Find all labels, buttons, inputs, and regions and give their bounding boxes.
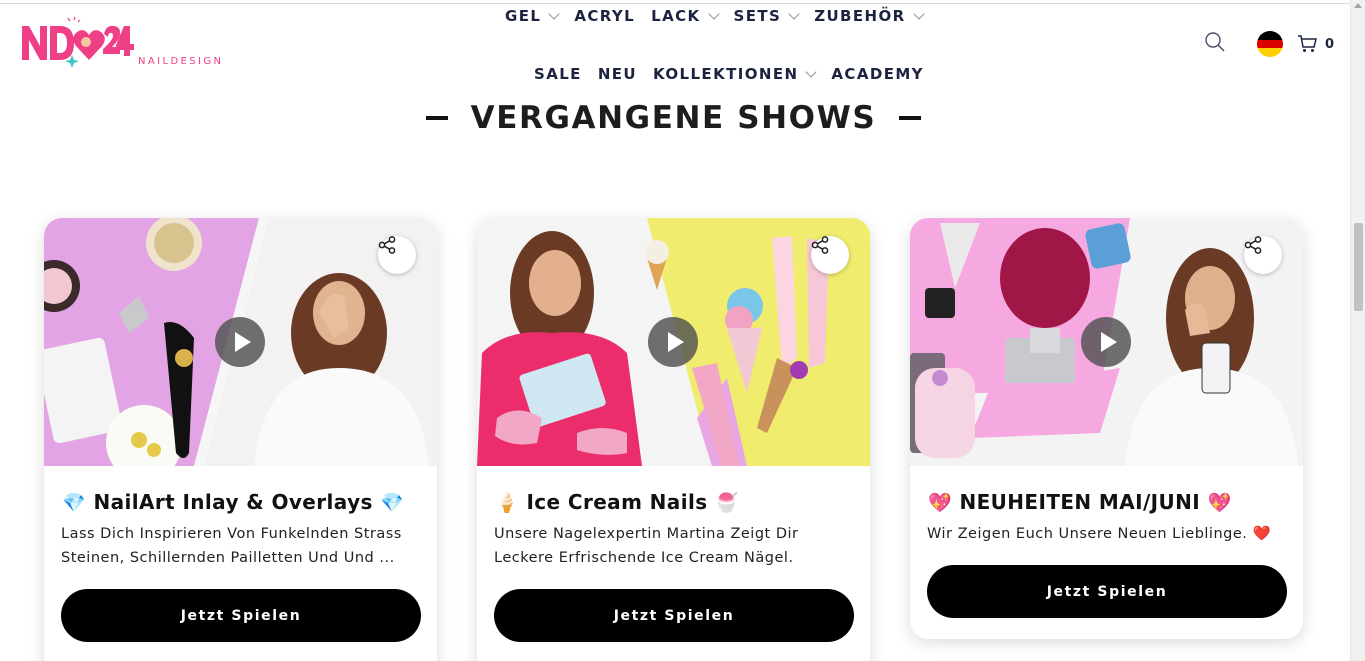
nav-item-academy[interactable]: ACADEMY — [831, 65, 924, 83]
nav-item-neu[interactable]: NEU — [598, 65, 637, 83]
heading-dash-left — [426, 116, 448, 120]
nav-label: ACRYL — [574, 7, 636, 25]
show-title: 💎 NailArt Inlay & Overlays 💎 — [62, 490, 404, 514]
main-nav-row-2: SALE NEU KOLLEKTIONEN ACADEMY — [534, 65, 940, 83]
chevron-down-icon — [788, 7, 800, 20]
share-button[interactable] — [378, 236, 416, 274]
logo-mark-icon — [22, 16, 134, 68]
play-video-button[interactable] — [648, 317, 698, 367]
diamond-emoji-icon: 💎 — [62, 491, 87, 514]
share-icon — [378, 236, 396, 254]
germany-flag-icon[interactable] — [1257, 31, 1283, 57]
share-button[interactable] — [811, 236, 849, 274]
show-thumbnail[interactable] — [44, 218, 437, 466]
brand-logo[interactable]: NAILDESIGN — [20, 16, 230, 72]
section-title: VERGANGENE SHOWS — [470, 100, 877, 136]
show-description: Wir Zeigen Euch Unsere Neuen Lieblinge. … — [927, 526, 1272, 542]
show-thumbnail[interactable] — [477, 218, 870, 466]
nav-label: SALE — [534, 65, 582, 83]
scrollbar-thumb[interactable] — [1354, 223, 1363, 311]
sparkling-heart-emoji-icon: 💖 — [928, 491, 953, 514]
play-now-button[interactable]: Jetzt Spielen — [61, 589, 421, 642]
nav-item-zubehoer[interactable]: ZUBEHÖR — [814, 7, 925, 25]
main-nav-row-1: GEL ACRYL LACK SETS ZUBEHÖR — [505, 7, 939, 25]
nav-item-sets[interactable]: SETS — [733, 7, 800, 25]
show-thumbnail[interactable] — [910, 218, 1303, 466]
show-card[interactable]: 🍦 Ice Cream Nails 🍧 Unsere Nagelexpertin… — [477, 218, 870, 661]
play-icon — [1100, 332, 1117, 352]
nav-item-sale[interactable]: SALE — [534, 65, 582, 83]
heading-dash-right — [898, 116, 921, 120]
play-video-button[interactable] — [1081, 317, 1131, 367]
cart-count-badge[interactable]: 0 — [1325, 37, 1334, 52]
nav-item-lack[interactable]: LACK — [651, 7, 720, 25]
chevron-down-icon — [912, 7, 925, 20]
shaved-ice-emoji-icon: 🍧 — [714, 491, 739, 514]
show-card[interactable]: 💖 NEUHEITEN MAI/JUNI 💖 Wir Zeigen Euch U… — [910, 218, 1303, 639]
play-icon — [234, 332, 251, 352]
share-icon — [811, 236, 829, 254]
search-icon[interactable] — [1205, 32, 1225, 52]
header-top-rule — [0, 3, 1350, 4]
share-icon — [1244, 236, 1262, 254]
show-card[interactable]: 💎 NailArt Inlay & Overlays 💎 Lass Dich I… — [44, 218, 437, 661]
show-title: 💖 NEUHEITEN MAI/JUNI 💖 — [928, 490, 1232, 514]
show-title: 🍦 Ice Cream Nails 🍧 — [495, 490, 739, 514]
nav-label: LACK — [651, 7, 701, 25]
sparkling-heart-emoji-icon: 💖 — [1207, 491, 1232, 514]
play-now-button[interactable]: Jetzt Spielen — [927, 565, 1287, 618]
ice-cream-emoji-icon: 🍦 — [495, 491, 520, 514]
chevron-down-icon — [707, 7, 720, 20]
chevron-down-icon — [548, 7, 560, 20]
nav-item-acryl[interactable]: ACRYL — [574, 7, 635, 25]
show-title-text: NEUHEITEN MAI/JUNI — [959, 490, 1201, 514]
nav-label: KOLLEKTIONEN — [653, 65, 799, 83]
play-video-button[interactable] — [215, 317, 265, 367]
nav-label: GEL — [505, 7, 542, 25]
scroll-up-arrow-icon[interactable] — [1354, 3, 1362, 8]
share-button[interactable] — [1244, 236, 1282, 274]
logo-subtitle: NAILDESIGN — [138, 56, 224, 67]
nav-label: NEU — [597, 65, 638, 83]
show-description: Unsere Nagelexpertin Martina Zeigt Dir L… — [494, 526, 799, 566]
chevron-down-icon — [805, 65, 818, 78]
play-icon — [667, 332, 684, 352]
nav-label: ZUBEHÖR — [814, 7, 906, 25]
cart-icon[interactable] — [1297, 35, 1317, 53]
show-title-text: Ice Cream Nails — [526, 490, 708, 514]
show-title-text: NailArt Inlay & Overlays — [93, 490, 373, 514]
page-scrollbar[interactable] — [1350, 0, 1365, 661]
nav-item-kollektionen[interactable]: KOLLEKTIONEN — [653, 65, 818, 83]
nav-label: SETS — [733, 7, 782, 25]
nav-label: ACADEMY — [831, 65, 924, 83]
show-description: Lass Dich Inspirieren Von Funkelnden Str… — [61, 526, 402, 566]
diamond-emoji-icon: 💎 — [380, 491, 405, 514]
nav-item-gel[interactable]: GEL — [505, 7, 560, 25]
play-now-button[interactable]: Jetzt Spielen — [494, 589, 854, 642]
section-heading: VERGANGENE SHOWS — [426, 96, 921, 140]
